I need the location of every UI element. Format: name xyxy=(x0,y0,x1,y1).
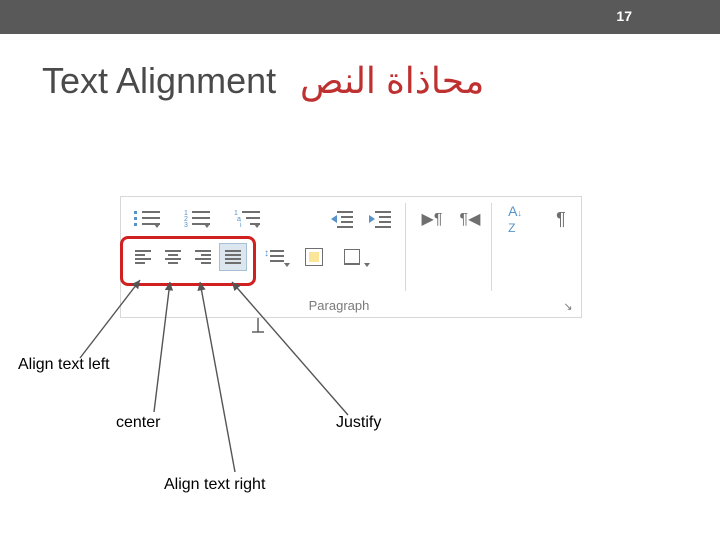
lists-row: 1 2 3 1 a i xyxy=(129,205,265,233)
text-direction-row: ▶¶ ¶◀ xyxy=(417,205,485,233)
ribbon-group-label: Paragraph xyxy=(121,298,557,313)
line-spacing-icon: ↕ xyxy=(264,249,284,265)
align-left-button[interactable] xyxy=(129,243,157,271)
page-number: 17 xyxy=(616,8,632,24)
callout-align-right: Align text right xyxy=(164,476,265,494)
header-band xyxy=(0,0,720,34)
callout-justify: Justify xyxy=(336,414,381,432)
rtl-direction-icon: ¶◀ xyxy=(460,209,481,229)
justify-icon xyxy=(225,250,241,264)
callout-center: center xyxy=(116,414,160,432)
slide-title-en: Text Alignment xyxy=(42,60,276,102)
align-center-button[interactable] xyxy=(159,243,187,271)
align-right-icon xyxy=(195,250,211,264)
shading-icon xyxy=(305,248,323,266)
justify-button[interactable] xyxy=(219,243,247,271)
increase-indent-icon xyxy=(369,211,391,227)
numbering-icon: 1 2 3 xyxy=(184,210,210,228)
decrease-indent-icon xyxy=(331,211,353,227)
show-marks-button[interactable]: ¶ xyxy=(547,205,575,233)
ltr-direction-button[interactable]: ▶¶ xyxy=(417,205,447,233)
dialog-launcher-icon: ↘ xyxy=(563,300,572,313)
multilevel-list-icon: 1 a i xyxy=(234,210,260,228)
borders-button[interactable] xyxy=(337,243,367,271)
align-center-icon xyxy=(165,250,181,264)
dialog-launcher-button[interactable]: ↘ xyxy=(561,299,575,313)
increase-indent-button[interactable] xyxy=(365,205,395,233)
indent-row xyxy=(327,205,395,233)
paragraph-ribbon-group: 1 2 3 1 a i xyxy=(120,196,582,318)
shading-button[interactable] xyxy=(299,243,329,271)
sort-icon: A↓Z xyxy=(508,203,522,235)
bullets-icon xyxy=(134,210,160,228)
alignment-row: ↕ xyxy=(129,243,367,273)
decrease-indent-button[interactable] xyxy=(327,205,357,233)
align-right-button[interactable] xyxy=(189,243,217,271)
tail-row: A↓Z ¶ xyxy=(501,205,575,233)
rtl-direction-button[interactable]: ¶◀ xyxy=(455,205,485,233)
bullets-button[interactable] xyxy=(129,205,165,233)
slide-title-ar: محاذاة النص xyxy=(300,60,484,102)
callout-align-left: Align text left xyxy=(18,356,110,374)
pilcrow-icon: ¶ xyxy=(556,209,566,230)
multilevel-list-button[interactable]: 1 a i xyxy=(229,205,265,233)
line-spacing-button[interactable]: ↕ xyxy=(257,243,291,271)
ltr-direction-icon: ▶¶ xyxy=(422,209,443,229)
align-left-icon xyxy=(135,250,151,264)
numbering-button[interactable]: 1 2 3 xyxy=(179,205,215,233)
borders-icon xyxy=(344,249,360,265)
sort-button[interactable]: A↓Z xyxy=(501,205,529,233)
